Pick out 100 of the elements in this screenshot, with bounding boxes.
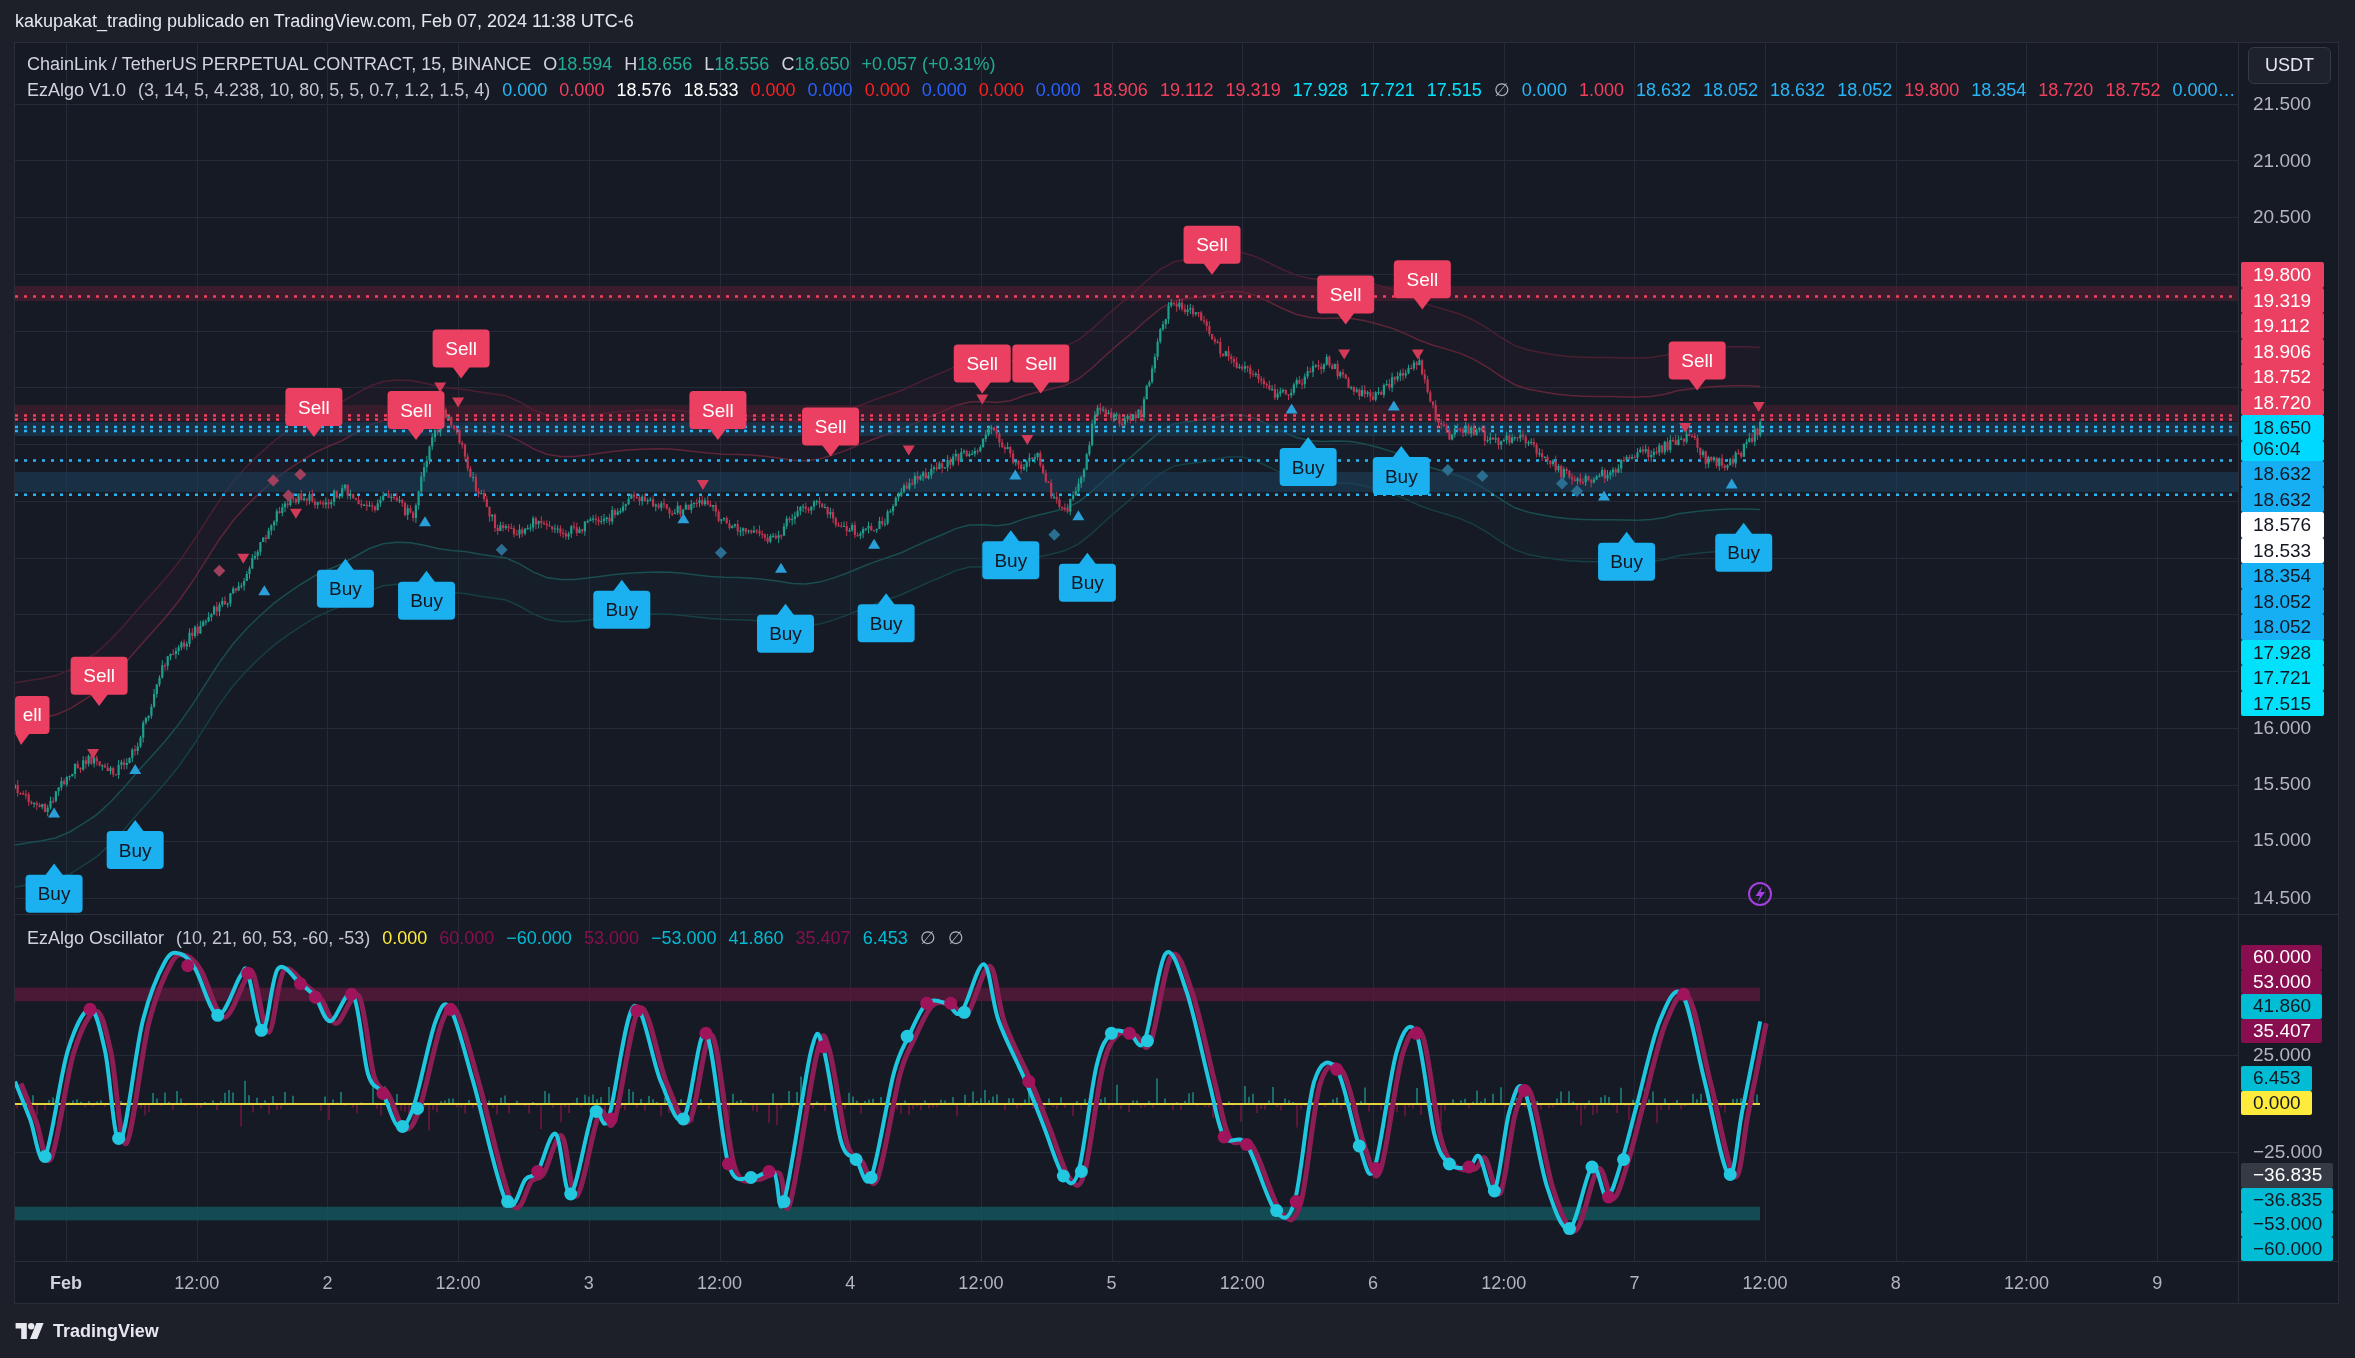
down-triangle-icon [452,397,465,408]
up-triangle-icon [1387,400,1400,411]
sell-signal: Sell [432,329,490,379]
buy-signal: Buy [593,579,651,629]
price-tag: 17.721 [2241,665,2324,691]
signal-dot-icon [957,1005,971,1019]
value-tag: −60.000 [2241,1236,2334,1261]
time-tick-label: Feb [50,1272,82,1293]
signal-dot-icon [501,1195,515,1209]
time-tick-label: 12:00 [435,1272,481,1293]
value-tick-label: −25.000 [2253,1141,2323,1163]
signal-dot-icon [396,1119,409,1133]
price-tick-label: 21.000 [2253,149,2312,172]
diamond-icon [282,489,295,502]
indicator-value: 0.000 [1035,79,1081,102]
buy-signal: Buy [982,530,1040,580]
price-tag: 18.720 [2241,389,2324,415]
price-tag: 19.112 [2241,313,2324,339]
signal-dot-icon [308,990,322,1004]
up-triangle-icon [1072,510,1085,521]
indicator-value: 18.720 [2038,79,2094,102]
signal-dot-icon [699,1026,713,1040]
price-tag: 19.319 [2241,287,2324,313]
sell-signal: Sell [1012,344,1070,394]
value-tag: 60.000 [2241,945,2323,970]
ohlc-value: O18.594 [543,53,613,76]
price-tag: 19.800 [2241,262,2324,288]
indicator-value: 0.000 [559,79,605,102]
down-triangle-icon [1679,423,1692,433]
lightning-icon [1748,882,1772,906]
indicator-value: 35.407 [795,927,851,950]
value-tag: −36.835 [2241,1163,2334,1188]
price-tag: 18.052 [2241,614,2324,640]
indicator-value: 0.000 [921,79,967,102]
signal-dot-icon [1140,1034,1154,1048]
indicator-value: ∅ [1493,79,1510,102]
buy-signal: Buy [106,820,164,870]
down-triangle-icon [1411,349,1424,360]
price-tag: 18.354 [2241,563,2324,589]
signal-dot-icon [777,1195,791,1209]
time-tick-label: 12:00 [174,1272,220,1293]
buy-signal: Buy [757,603,814,653]
indicator-value: 17.928 [1292,79,1348,102]
signal-dot-icon [1617,1153,1631,1166]
price-tag: 17.515 [2241,690,2324,716]
time-tick-label: 2 [322,1272,333,1293]
signal-dot-icon [604,1112,618,1126]
indicator-params: (10, 21, 60, 53, -60, -53) [176,927,371,950]
sell-signal: Sell [387,391,445,440]
signal-dot-icon [630,1004,644,1018]
indicator-value: 41.860 [728,927,784,950]
buy-signal: Buy [1598,531,1656,581]
sell-signal: Sell [1317,275,1375,325]
price-tag: 18.752 [2241,364,2324,390]
signal-dot-icon [1602,1190,1616,1204]
sell-signal: Sell [802,407,860,457]
up-triangle-icon [1285,403,1298,414]
currency-button[interactable]: USDT [2248,47,2331,84]
time-tick-label: 12:00 [958,1272,1004,1293]
value-tag: 0.000 [2241,1090,2312,1115]
indicator-value: 18.632 [1770,79,1826,102]
indicator-value: ∅ [947,927,964,950]
indicator-value: 0.000 [978,79,1024,102]
signal-dot-icon [1723,1168,1737,1181]
diamond-icon [1048,528,1061,541]
countdown-tag: 06:04 [2241,440,2324,461]
diamond-icon [1476,470,1489,483]
signal-dot-icon [112,1131,126,1145]
signal-dot-icon [293,977,307,991]
signal-dot-icon [411,1101,425,1115]
signal-dot-icon [1517,1083,1531,1097]
indicator-value: 18.052 [1703,79,1759,102]
indicator-value: 0.000 [864,79,910,102]
price-tick-label: 21.500 [2253,92,2312,115]
signal-dot-icon [816,1040,830,1054]
brand-name: TradingView [53,1320,159,1342]
price-tag: 18.533 [2241,537,2324,563]
signal-dot-icon [900,1029,914,1043]
sell-signal: Sell [70,656,128,706]
price-tag: 18.052 [2241,588,2324,614]
signal-dot-icon [254,1023,268,1037]
signal-dot-icon [444,1002,458,1016]
indicator-value: 0.000 [502,79,548,102]
signal-dot-icon [1104,1026,1118,1040]
up-triangle-icon [258,585,271,596]
buy-signal: Buy [1372,446,1430,496]
signal-dot-icon [38,1149,52,1163]
up-triangle-icon [677,513,690,524]
signal-dot-icon [1330,1062,1344,1076]
signal-dot-icon [1270,1204,1284,1218]
signal-dot-icon [211,1008,225,1022]
signal-dot-icon [1409,1026,1423,1040]
indicator-params: (3, 14, 5, 4.238, 10, 80, 5, 5, 0.7, 1.2, 1.5, 4) [138,79,491,102]
indicator-name: EzAlgo V1.0 [27,79,127,102]
signal-dot-icon [1240,1137,1254,1151]
time-tick-label: 12:00 [697,1272,742,1293]
price-tag: 18.576 [2241,512,2324,538]
indicator-value: 18.906 [1092,79,1148,102]
buy-signal: Buy [316,558,374,608]
signal-dot-icon [1462,1160,1476,1174]
